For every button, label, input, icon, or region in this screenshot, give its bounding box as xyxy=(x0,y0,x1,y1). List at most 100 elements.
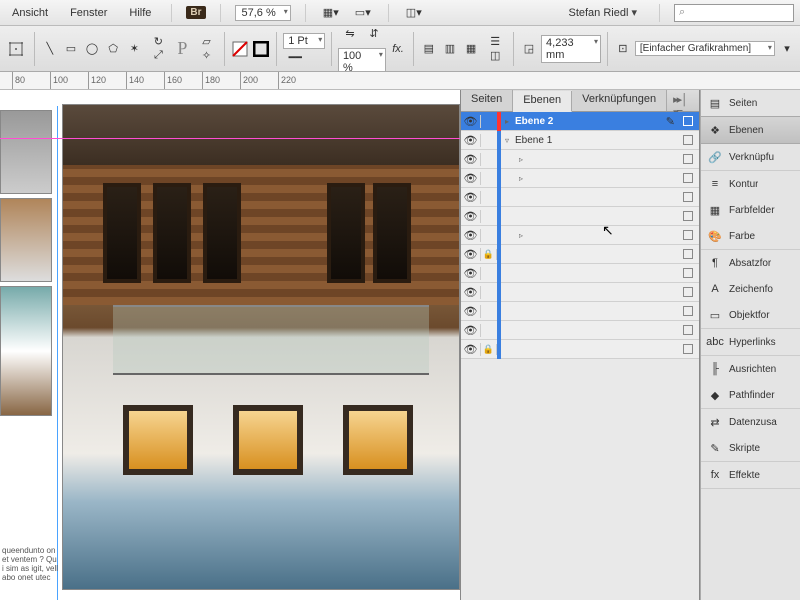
corner-icon[interactable]: ◲ xyxy=(520,37,538,61)
selection-proxy-icon[interactable] xyxy=(683,230,693,240)
stroke-swatch-icon[interactable] xyxy=(252,37,270,61)
layer-row[interactable]: 👁 xyxy=(461,302,699,321)
dock-item-hyper[interactable]: abcHyperlinks xyxy=(701,329,800,355)
fill-swatch-icon[interactable] xyxy=(231,37,249,61)
visibility-toggle-icon[interactable]: 👁 xyxy=(461,172,481,185)
visibility-toggle-icon[interactable]: 👁 xyxy=(461,343,481,356)
lock-toggle-icon[interactable]: 🔒 xyxy=(481,344,497,355)
visibility-toggle-icon[interactable]: 👁 xyxy=(461,115,481,128)
visibility-toggle-icon[interactable]: 👁 xyxy=(461,153,481,166)
ellipse-tool-icon[interactable]: ◯ xyxy=(83,37,101,61)
shear-icon[interactable]: ▱ xyxy=(194,36,218,48)
polygon-tool-icon[interactable]: ⬠ xyxy=(104,37,122,61)
menu-ansicht[interactable]: Ansicht xyxy=(6,4,54,22)
wrap-jump-icon[interactable]: ☰ xyxy=(483,36,507,48)
wrap-right-icon[interactable]: ▥ xyxy=(441,37,459,61)
layer-row[interactable]: 👁▹ xyxy=(461,226,699,245)
view-mode-icon[interactable]: ▦▾ xyxy=(320,3,342,23)
flip-v-icon[interactable]: ⇵ xyxy=(362,26,386,46)
expand-icon[interactable]: ▸ xyxy=(501,117,513,126)
selection-proxy-icon[interactable] xyxy=(683,287,693,297)
dock-item-script[interactable]: ✎Skripte xyxy=(701,435,800,461)
wrap-left-icon[interactable]: ▤ xyxy=(420,37,438,61)
zoom-dropdown[interactable]: 57,6 % xyxy=(235,5,291,21)
fx-icon[interactable]: fx. xyxy=(389,37,407,61)
document-canvas[interactable]: queendunto onet ventem ? Qui sim as igit… xyxy=(0,90,460,600)
rect-tool-icon[interactable]: ▭ xyxy=(62,37,80,61)
layer-row[interactable]: 👁 xyxy=(461,264,699,283)
placed-image[interactable] xyxy=(62,104,460,590)
stroke-weight-field[interactable]: 1 Pt xyxy=(283,33,325,49)
dock-item-layers[interactable]: ❖Ebenen xyxy=(701,116,800,144)
selection-proxy-icon[interactable] xyxy=(683,192,693,202)
layer-row[interactable]: 👁 xyxy=(461,207,699,226)
scale-icon[interactable]: ⤢ xyxy=(146,50,170,62)
line-tool-icon[interactable]: ╲ xyxy=(41,37,59,61)
flip-h-icon[interactable]: ⇋ xyxy=(338,26,362,46)
visibility-toggle-icon[interactable]: 👁 xyxy=(461,267,481,280)
search-input[interactable]: ⌕ xyxy=(674,4,794,22)
selection-proxy-icon[interactable] xyxy=(683,249,693,259)
dock-item-color[interactable]: 🎨Farbe xyxy=(701,223,800,249)
expand-icon[interactable]: ▿ xyxy=(501,136,513,145)
selection-proxy-icon[interactable] xyxy=(683,268,693,278)
layer-row[interactable]: 👁🔒 xyxy=(461,340,699,359)
rotate-icon[interactable]: ↻ xyxy=(146,36,170,48)
guide-line[interactable] xyxy=(0,138,460,139)
type-on-path-icon[interactable]: P xyxy=(173,37,191,61)
visibility-toggle-icon[interactable]: 👁 xyxy=(461,248,481,261)
visibility-toggle-icon[interactable]: 👁 xyxy=(461,134,481,147)
ref-point-icon[interactable] xyxy=(4,37,28,61)
menu-fenster[interactable]: Fenster xyxy=(64,4,113,22)
dock-item-merge[interactable]: ⇄Datenzusa xyxy=(701,409,800,435)
menu-hilfe[interactable]: Hilfe xyxy=(123,4,157,22)
expand-icon[interactable]: ▹ xyxy=(515,231,527,240)
layer-row[interactable]: 👁▹ xyxy=(461,169,699,188)
corner-radius-field[interactable]: 4,233 mm xyxy=(541,35,601,63)
selection-proxy-icon[interactable] xyxy=(683,154,693,164)
star-tool-icon[interactable]: ✶ xyxy=(125,37,143,61)
expand-icon[interactable]: ▹ xyxy=(515,155,527,164)
dock-item-char[interactable]: AZeichenfo xyxy=(701,276,800,302)
expand-icon[interactable]: ▹ xyxy=(515,174,527,183)
selection-proxy-icon[interactable] xyxy=(683,116,693,126)
free-transform-icon[interactable]: ✧ xyxy=(194,50,218,62)
selection-proxy-icon[interactable] xyxy=(683,211,693,221)
user-name[interactable]: Stefan Riedl ▾ xyxy=(560,6,645,19)
wrap-around-icon[interactable]: ◫ xyxy=(483,50,507,62)
layer-row[interactable]: 👁🔒 xyxy=(461,245,699,264)
panel-collapse-icon[interactable]: ▸▸ │ ▾≡ xyxy=(667,90,699,111)
dock-item-pages[interactable]: ▤Seiten xyxy=(701,90,800,116)
tab-seiten[interactable]: Seiten xyxy=(461,90,513,111)
dock-item-obj[interactable]: ▭Objektfor xyxy=(701,302,800,328)
dock-item-para[interactable]: ¶Absatzfor xyxy=(701,250,800,276)
visibility-toggle-icon[interactable]: 👁 xyxy=(461,229,481,242)
visibility-toggle-icon[interactable]: 👁 xyxy=(461,191,481,204)
dock-item-swatches[interactable]: ▦Farbfelder xyxy=(701,197,800,223)
layer-row[interactable]: 👁▹ xyxy=(461,150,699,169)
selection-proxy-icon[interactable] xyxy=(683,306,693,316)
selection-proxy-icon[interactable] xyxy=(683,135,693,145)
stroke-style-icon[interactable]: ━━ xyxy=(283,51,307,65)
screen-mode-icon[interactable]: ▭▾ xyxy=(352,3,374,23)
tab-verknuepfungen[interactable]: Verknüpfungen xyxy=(572,90,667,111)
layer-row[interactable]: 👁▿Ebene 1 xyxy=(461,131,699,150)
menu-flyout-icon[interactable]: ▾ xyxy=(778,37,796,61)
arrange-icon[interactable]: ◫▾ xyxy=(403,3,425,23)
selection-proxy-icon[interactable] xyxy=(683,325,693,335)
wrap-both-icon[interactable]: ▦ xyxy=(462,37,480,61)
lock-toggle-icon[interactable]: 🔒 xyxy=(481,249,497,260)
dock-item-path[interactable]: ◆Pathfinder xyxy=(701,382,800,408)
tab-ebenen[interactable]: Ebenen xyxy=(513,91,572,112)
selection-proxy-icon[interactable] xyxy=(683,173,693,183)
layer-row[interactable]: 👁 xyxy=(461,321,699,340)
dock-item-stroke[interactable]: ≡Kontur xyxy=(701,171,800,197)
visibility-toggle-icon[interactable]: 👁 xyxy=(461,324,481,337)
selection-proxy-icon[interactable] xyxy=(683,344,693,354)
fit-frame-icon[interactable]: ⊡ xyxy=(614,37,632,61)
visibility-toggle-icon[interactable]: 👁 xyxy=(461,286,481,299)
visibility-toggle-icon[interactable]: 👁 xyxy=(461,210,481,223)
layer-row[interactable]: 👁 xyxy=(461,188,699,207)
visibility-toggle-icon[interactable]: 👁 xyxy=(461,305,481,318)
dock-item-align[interactable]: ╟Ausrichten xyxy=(701,356,800,382)
